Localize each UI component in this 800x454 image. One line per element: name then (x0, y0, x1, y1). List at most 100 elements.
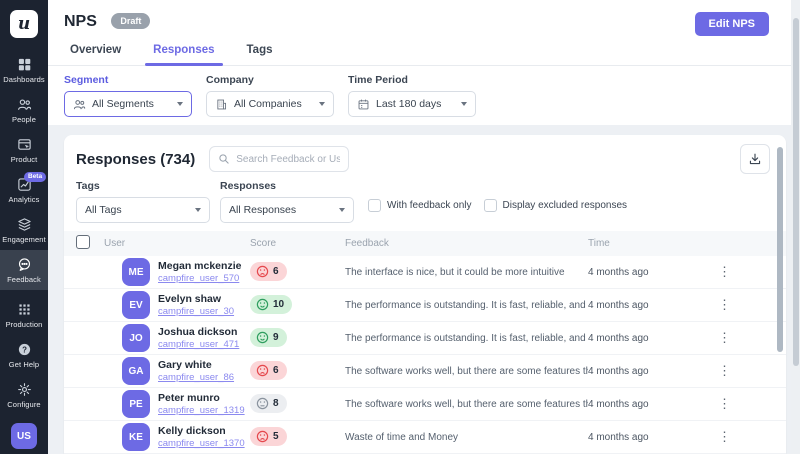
row-menu-button[interactable]: ⋮ (688, 396, 731, 411)
select-all-checkbox[interactable] (76, 235, 90, 249)
time-text: 4 months ago (588, 267, 688, 278)
avatar: EV (122, 291, 150, 319)
segments-icon (73, 98, 86, 111)
engagement-icon (16, 216, 32, 232)
sidebar-item-get-help[interactable]: ? Get Help (0, 335, 48, 375)
responses-panel: Responses (734) Tags All T (64, 135, 786, 454)
production-icon (16, 301, 32, 317)
tab-bar: Overview Responses Tags (48, 44, 791, 66)
filter-time-period: Time Period Last 180 days (348, 74, 476, 121)
score-badge: 6 (250, 361, 287, 380)
tab-label: Responses (153, 44, 214, 56)
tab-overview[interactable]: Overview (68, 44, 123, 65)
filter-value: All Segments (92, 98, 154, 110)
score-value: 8 (273, 398, 279, 409)
filter-select[interactable]: All Companies (206, 91, 334, 117)
checkbox[interactable] (368, 199, 381, 212)
sentiment-face-icon (256, 364, 269, 377)
checkbox-display-excluded-responses[interactable]: Display excluded responses (484, 199, 628, 212)
sidebar-item-feedback[interactable]: Feedback (0, 250, 48, 290)
sidebar-item-dashboards[interactable]: Dashboards (0, 50, 48, 90)
search-input[interactable] (236, 154, 340, 165)
sidebar-item-production[interactable]: Production (0, 295, 48, 335)
tags-filter-select[interactable]: All Tags (76, 197, 210, 223)
time-text: 4 months ago (588, 366, 688, 377)
user-name: Kelly dickson (158, 425, 245, 438)
user-link[interactable]: campfire_user_1370 (158, 438, 245, 450)
page-scrollbar (791, 0, 800, 454)
calendar-icon (357, 98, 370, 111)
avatar: PE (122, 390, 150, 418)
row-menu-button[interactable]: ⋮ (688, 363, 731, 378)
edit-nps-button[interactable]: Edit NPS (695, 12, 769, 36)
panel-scrollbar-thumb[interactable] (777, 147, 783, 352)
sidebar-item-label: Analytics (9, 195, 40, 204)
row-menu-button[interactable]: ⋮ (688, 264, 731, 279)
sidebar-item-engagement[interactable]: Engagement (0, 210, 48, 250)
sidebar-item-label: Production (6, 320, 43, 329)
checkbox-with-feedback-only[interactable]: With feedback only (368, 199, 472, 212)
avatar: ME (122, 258, 150, 286)
table-row: JO Joshua dickson campfire_user_471 9 Th… (64, 322, 786, 355)
sidebar-item-label: People (12, 115, 36, 124)
sidebar-item-label: Configure (7, 400, 40, 409)
chevron-down-icon (339, 208, 345, 212)
tab-tags[interactable]: Tags (245, 44, 275, 65)
sentiment-face-icon (256, 397, 269, 410)
row-menu-button[interactable]: ⋮ (688, 429, 731, 444)
row-menu-button[interactable]: ⋮ (688, 330, 731, 345)
userpilot-logo[interactable]: u (10, 10, 38, 38)
checkbox[interactable] (484, 199, 497, 212)
download-button[interactable] (740, 144, 770, 174)
page-scrollbar-thumb[interactable] (793, 18, 799, 366)
user-link[interactable]: campfire_user_86 (158, 372, 234, 384)
people-icon (16, 96, 32, 112)
user-link[interactable]: campfire_user_570 (158, 273, 241, 285)
search-icon (218, 153, 230, 165)
download-icon (748, 152, 762, 166)
sidebar-item-label: Get Help (9, 360, 39, 369)
user-name: Joshua dickson (158, 326, 239, 339)
responses-filter: Responses All Responses (220, 180, 354, 223)
sidebar-item-product[interactable]: Product (0, 130, 48, 170)
score-badge: 8 (250, 394, 287, 413)
sentiment-face-icon (256, 298, 269, 311)
filter-segment: Segment All Segments (64, 74, 192, 121)
user-avatar[interactable]: US (11, 423, 37, 449)
user-cell: GA Gary white campfire_user_86 (104, 357, 250, 385)
sidebar-item-configure[interactable]: Configure (0, 375, 48, 415)
filter-select[interactable]: All Segments (64, 91, 192, 117)
score-value: 10 (273, 299, 284, 310)
sidebar-item-label: Feedback (7, 275, 41, 284)
sidebar-item-people[interactable]: People (0, 90, 48, 130)
filter-select[interactable]: Last 180 days (348, 91, 476, 117)
page-header: NPS Draft Edit NPS (48, 0, 791, 44)
responses-filter-select[interactable]: All Responses (220, 197, 354, 223)
avatar: GA (122, 357, 150, 385)
tags-filter-label: Tags (76, 180, 210, 192)
tab-responses[interactable]: Responses (151, 44, 216, 65)
table-row: EV Evelyn shaw campfire_user_30 10 The p… (64, 289, 786, 322)
user-link[interactable]: campfire_user_1319 (158, 405, 245, 417)
user-link[interactable]: campfire_user_30 (158, 306, 234, 318)
table-row: PE Peter munro campfire_user_1319 8 The … (64, 388, 786, 421)
panel-title: Responses (734) (76, 151, 195, 168)
svg-text:?: ? (22, 345, 27, 354)
search-box[interactable] (209, 146, 349, 172)
global-filters: Segment All Segments Company All Compani… (48, 66, 791, 121)
company-icon (215, 98, 228, 111)
user-link[interactable]: campfire_user_471 (158, 339, 239, 351)
table-row: KE Kelly dickson campfire_user_1370 5 Wa… (64, 421, 786, 454)
checkbox-label: With feedback only (387, 200, 472, 211)
sentiment-face-icon (256, 430, 269, 443)
sidebar-item-analytics[interactable]: Beta Analytics (0, 170, 48, 210)
feedback-text: Waste of time and Money (345, 432, 588, 443)
chevron-down-icon (177, 102, 183, 106)
tab-label: Overview (70, 44, 121, 56)
filter-value: Last 180 days (376, 98, 441, 110)
column-feedback: Feedback (345, 238, 588, 249)
avatar: KE (122, 423, 150, 451)
time-text: 4 months ago (588, 399, 688, 410)
user-cell: PE Peter munro campfire_user_1319 (104, 390, 250, 418)
row-menu-button[interactable]: ⋮ (688, 297, 731, 312)
